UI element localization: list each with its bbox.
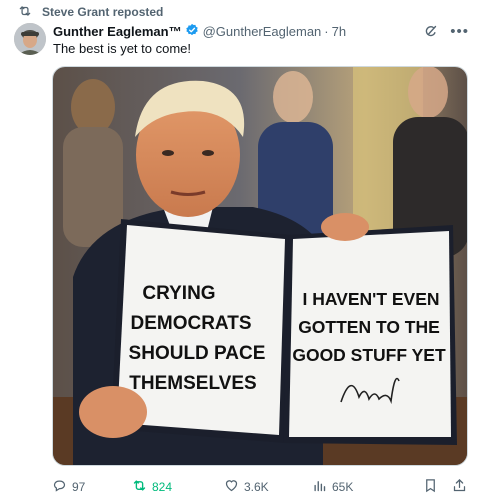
- share-icon[interactable]: [452, 478, 467, 496]
- left-sign-line-1: CRYING: [142, 283, 215, 304]
- tweet-media[interactable]: CRYING DEMOCRATS SHOULD PACE THEMSELVES …: [52, 66, 468, 466]
- tweet-header: Gunther Eagleman™ @GuntherEagleman · 7h …: [53, 23, 469, 40]
- repost-icon: [18, 4, 32, 21]
- like-icon: [224, 478, 239, 496]
- views-button[interactable]: 65K: [312, 478, 402, 496]
- left-sign-line-4: THEMSELVES: [129, 373, 256, 394]
- avatar[interactable]: [14, 23, 46, 55]
- timestamp[interactable]: 7h: [332, 24, 346, 39]
- left-sign-line-2: DEMOCRATS: [130, 313, 251, 334]
- right-sign-line-1: I HAVEN'T EVEN: [302, 289, 439, 309]
- media-photo: CRYING DEMOCRATS SHOULD PACE THEMSELVES …: [53, 67, 467, 465]
- right-sign-line-2: GOTTEN TO THE: [298, 317, 440, 337]
- author-handle[interactable]: @GuntherEagleman: [203, 24, 322, 39]
- reply-count: 97: [72, 480, 86, 494]
- avatar-image: [14, 23, 46, 55]
- grok-icon[interactable]: [423, 24, 438, 39]
- separator: ·: [324, 24, 329, 39]
- verified-badge-icon: [182, 23, 199, 40]
- left-sign-line-3: SHOULD PACE: [129, 343, 266, 364]
- right-sign-line-3: GOOD STUFF YET: [292, 345, 446, 365]
- author-name[interactable]: Gunther Eagleman™: [53, 24, 182, 39]
- more-options-icon[interactable]: •••: [450, 24, 469, 39]
- like-button[interactable]: 3.6K: [224, 478, 312, 496]
- views-count: 65K: [332, 480, 354, 494]
- bookmark-icon[interactable]: [423, 478, 438, 496]
- tweet-text: The best is yet to come!: [53, 41, 192, 56]
- like-count: 3.6K: [244, 480, 269, 494]
- repost-button[interactable]: 824: [132, 478, 224, 496]
- repost-icon: [132, 478, 147, 496]
- repost-text: Steve Grant reposted: [42, 5, 164, 19]
- reply-button[interactable]: 97: [52, 478, 132, 496]
- repost-count: 824: [152, 480, 173, 494]
- views-icon: [312, 478, 327, 496]
- reply-icon: [52, 478, 67, 496]
- action-bar: 97 824 3.6K 65K: [52, 478, 467, 496]
- repost-header[interactable]: Steve Grant reposted: [18, 4, 163, 20]
